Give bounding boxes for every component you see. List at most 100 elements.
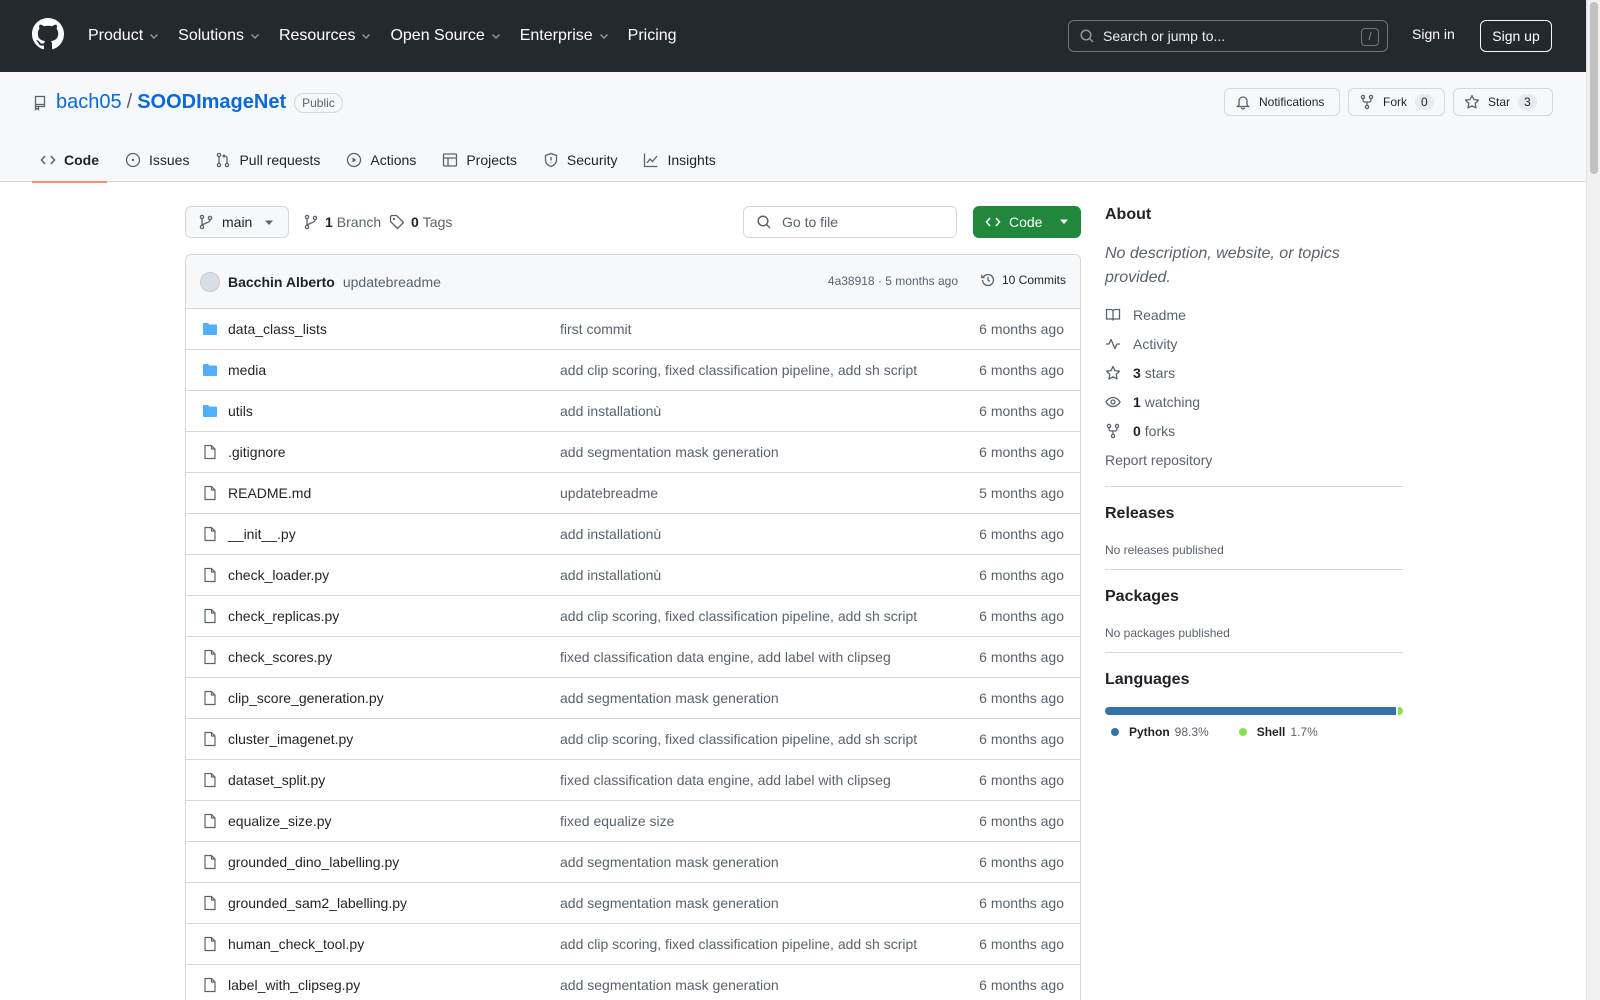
file-commit-message-link[interactable]: fixed equalize size	[560, 813, 674, 829]
file-commit-message-link[interactable]: updatebreadme	[560, 485, 658, 501]
file-name-link[interactable]: check_scores.py	[228, 649, 332, 665]
file-commit-message-link[interactable]: add clip scoring, fixed classification p…	[560, 731, 917, 747]
file-commit-message-link[interactable]: add installationù	[560, 526, 661, 542]
file-row[interactable]: equalize_size.py fixed equalize size 6 mon…	[186, 801, 1080, 842]
file-commit-message-link[interactable]: fixed classification data engine, add la…	[560, 649, 891, 665]
file-row[interactable]: cluster_imagenet.py add clip scoring, fix…	[186, 719, 1080, 760]
file-name-link[interactable]: README.md	[228, 485, 311, 501]
tab-code[interactable]: Code	[32, 138, 107, 183]
file-commit-message-link[interactable]: add segmentation mask generation	[560, 977, 779, 993]
tab-security[interactable]: Security	[535, 138, 626, 182]
file-commit-message-link[interactable]: add segmentation mask generation	[560, 895, 779, 911]
search-input[interactable]: Search or jump to... /	[1068, 20, 1388, 52]
tab-pull-requests[interactable]: Pull requests	[207, 138, 328, 182]
file-name-link[interactable]: grounded_dino_labelling.py	[228, 854, 399, 870]
file-row[interactable]: check_replicas.py add clip scoring, fixed…	[186, 596, 1080, 637]
file-name-link[interactable]: data_class_lists	[228, 321, 327, 337]
tags-link[interactable]: 0 Tags	[389, 214, 452, 230]
signup-button[interactable]: Sign up	[1480, 20, 1552, 52]
file-name-link[interactable]: utils	[228, 403, 253, 419]
file-name-link[interactable]: grounded_sam2_labelling.py	[228, 895, 407, 911]
tab-issues[interactable]: Issues	[117, 138, 197, 182]
tab-actions[interactable]: Actions	[338, 138, 424, 182]
file-row[interactable]: human_check_tool.py add clip scoring, fix…	[186, 924, 1080, 965]
file-name-link[interactable]: clip_score_generation.py	[228, 690, 384, 706]
packages-empty: No packages published	[1105, 626, 1230, 640]
forks-link[interactable]: 0 forks	[1105, 416, 1403, 445]
file-name-link[interactable]: human_check_tool.py	[228, 936, 364, 952]
file-row[interactable]: .gitignore add segmentation mask generati…	[186, 432, 1080, 473]
nav-solutions[interactable]: Solutions	[178, 27, 261, 45]
pull-request-icon	[217, 152, 230, 168]
commit-message[interactable]: updatebreadme	[343, 274, 441, 290]
file-commit-message-link[interactable]: add segmentation mask generation	[560, 444, 779, 460]
avatar[interactable]	[200, 271, 220, 292]
go-to-file-input[interactable]: Go to file	[743, 206, 957, 238]
file-commit-message-link[interactable]: first commit	[560, 321, 632, 337]
file-row[interactable]: clip_score_generation.py add segmentation…	[186, 678, 1080, 719]
file-name-link[interactable]: equalize_size.py	[228, 813, 332, 829]
file-commit-message-link[interactable]: add clip scoring, fixed classification p…	[560, 936, 917, 952]
file-commit-message-link[interactable]: add segmentation mask generation	[560, 854, 779, 870]
file-commit-message-link[interactable]: fixed classification data engine, add la…	[560, 772, 891, 788]
file-name-link[interactable]: check_loader.py	[228, 567, 329, 583]
file-row[interactable]: label_with_clipseg.py add segmentation ma…	[186, 965, 1080, 1000]
repo-name-link[interactable]: SOODImageNet	[137, 91, 286, 114]
commits-link[interactable]: 10 Commits	[980, 272, 1066, 288]
file-row[interactable]: README.md updatebreadme 5 months ago	[186, 473, 1080, 514]
file-commit-message-link[interactable]: add clip scoring, fixed classification p…	[560, 608, 917, 624]
fork-button[interactable]: Fork 0	[1348, 88, 1445, 116]
page-scrollbar[interactable]	[1586, 0, 1600, 1000]
report-repository-link[interactable]: Report repository	[1105, 445, 1403, 474]
file-row[interactable]: grounded_dino_labelling.py add segmentati…	[186, 842, 1080, 883]
tab-insights[interactable]: Insights	[635, 138, 723, 182]
star-icon	[1464, 94, 1480, 109]
github-logo-icon[interactable]	[32, 18, 64, 50]
file-commit-message-link[interactable]: add installationù	[560, 567, 661, 583]
file-row[interactable]: dataset_split.py fixed classification dat…	[186, 760, 1080, 801]
file-row[interactable]: __init__.py add installationù 6 months ago	[186, 514, 1080, 555]
file-name-link[interactable]: dataset_split.py	[228, 772, 325, 788]
file-name-link[interactable]: media	[228, 362, 266, 378]
file-row[interactable]: data_class_lists first commit 6 months ago	[186, 309, 1080, 350]
file-row[interactable]: check_scores.py fixed classification data…	[186, 637, 1080, 678]
notifications-button[interactable]: Notifications	[1224, 88, 1340, 116]
branches-link[interactable]: 1 Branch	[303, 214, 381, 230]
file-name-link[interactable]: cluster_imagenet.py	[228, 731, 353, 747]
file-commit-message-link[interactable]: add clip scoring, fixed classification p…	[560, 362, 917, 378]
nav-enterprise[interactable]: Enterprise	[520, 27, 610, 45]
tab-projects[interactable]: Projects	[434, 138, 525, 182]
file-name-link[interactable]: __init__.py	[228, 526, 296, 542]
repo-owner-link[interactable]: bach05	[56, 91, 122, 114]
commit-author[interactable]: Bacchin Alberto	[228, 274, 335, 290]
packages-heading[interactable]: Packages	[1105, 588, 1403, 606]
stars-link[interactable]: 3 stars	[1105, 358, 1403, 387]
star-button[interactable]: Star 3	[1453, 88, 1553, 116]
scrollbar-thumb[interactable]	[1590, 2, 1598, 174]
file-commit-message-link[interactable]: add installationù	[560, 403, 661, 419]
language-item[interactable]: Python 98.3%	[1111, 725, 1209, 739]
file-commit-age: 6 months ago	[979, 608, 1064, 624]
language-item[interactable]: Shell 1.7%	[1238, 725, 1318, 739]
nav-product[interactable]: Product	[88, 27, 160, 45]
code-button[interactable]: Code	[973, 206, 1081, 238]
readme-link[interactable]: Readme	[1105, 300, 1403, 329]
nav-open-source[interactable]: Open Source	[390, 27, 501, 45]
file-name-link[interactable]: check_replicas.py	[228, 608, 339, 624]
file-commit-message-link[interactable]: add segmentation mask generation	[560, 690, 779, 706]
signin-link[interactable]: Sign in	[1412, 26, 1455, 42]
file-name-link[interactable]: .gitignore	[228, 444, 286, 460]
releases-heading[interactable]: Releases	[1105, 505, 1403, 523]
branch-selector[interactable]: main	[185, 206, 289, 238]
file-row[interactable]: media add clip scoring, fixed classificat…	[186, 350, 1080, 391]
activity-link[interactable]: Activity	[1105, 329, 1403, 358]
file-row[interactable]: grounded_sam2_labelling.py add segmentati…	[186, 883, 1080, 924]
file-name-link[interactable]: label_with_clipseg.py	[228, 977, 360, 993]
file-row[interactable]: utils add installationù 6 months ago	[186, 391, 1080, 432]
nav-resources[interactable]: Resources	[279, 27, 372, 45]
commit-sha-time[interactable]: 4a38918 · 5 months ago	[828, 274, 958, 288]
nav-pricing[interactable]: Pricing	[628, 27, 677, 45]
file-commit-age: 6 months ago	[979, 403, 1064, 419]
watching-link[interactable]: 1 watching	[1105, 387, 1403, 416]
file-row[interactable]: check_loader.py add installationù 6 months…	[186, 555, 1080, 596]
